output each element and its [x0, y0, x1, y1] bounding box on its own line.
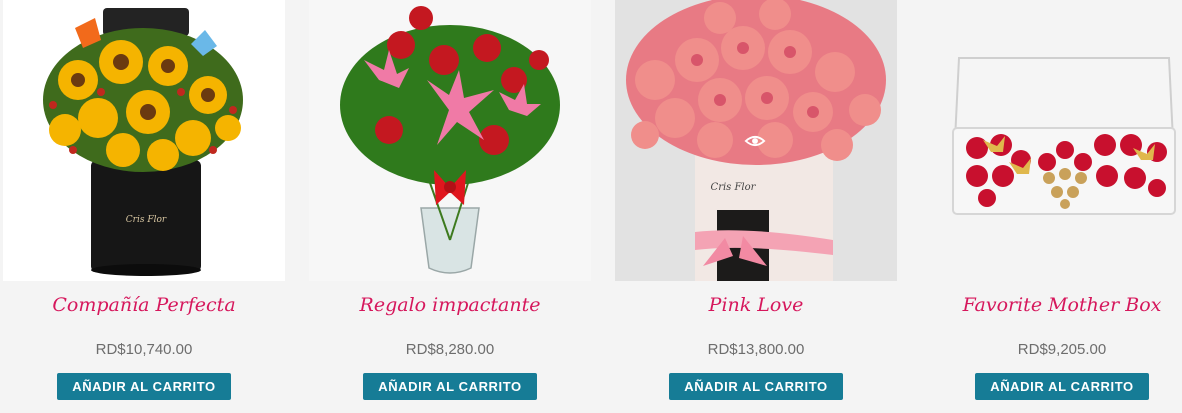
- add-to-cart-button[interactable]: AÑADIR AL CARRITO: [975, 373, 1149, 400]
- svg-text:Cris Flor: Cris Flor: [126, 215, 167, 225]
- product-price: RD$8,280.00: [405, 341, 495, 358]
- product-image[interactable]: Cris Flor: [615, 0, 897, 281]
- product-card: Regalo impactante RD$8,280.00 AÑADIR AL …: [309, 0, 591, 413]
- product-price: RD$13,800.00: [707, 341, 805, 358]
- roses-chocolate-box-illustration: [952, 57, 1176, 215]
- svg-text:Cris Flor: Cris Flor: [711, 182, 757, 193]
- add-to-cart-button[interactable]: AÑADIR AL CARRITO: [669, 373, 843, 400]
- add-to-cart-button[interactable]: AÑADIR AL CARRITO: [363, 373, 537, 400]
- add-to-cart-button[interactable]: AÑADIR AL CARRITO: [57, 373, 231, 400]
- product-price: RD$10,740.00: [95, 341, 193, 358]
- product-card: Favorite Mother Box RD$9,205.00 AÑADIR A…: [921, 0, 1182, 413]
- product-image[interactable]: [921, 0, 1182, 281]
- product-price: RD$9,205.00: [1017, 341, 1107, 358]
- sunflower-box-illustration: Cris Flor: [43, 8, 243, 276]
- product-title[interactable]: Compañía Perfecta: [3, 294, 285, 316]
- eye-icon[interactable]: [744, 130, 766, 152]
- product-image[interactable]: [309, 0, 591, 281]
- product-title[interactable]: Pink Love: [615, 294, 897, 316]
- product-title[interactable]: Favorite Mother Box: [921, 294, 1182, 316]
- lily-rose-vase-illustration: [340, 6, 560, 274]
- product-title[interactable]: Regalo impactante: [309, 294, 591, 316]
- product-card: Cris Flor: [3, 0, 285, 413]
- product-card: Cris Flor: [615, 0, 897, 413]
- product-image[interactable]: Cris Flor: [3, 0, 285, 281]
- product-grid: Cris Flor Compañía Perfecta RD$10,740.00…: [0, 0, 1182, 413]
